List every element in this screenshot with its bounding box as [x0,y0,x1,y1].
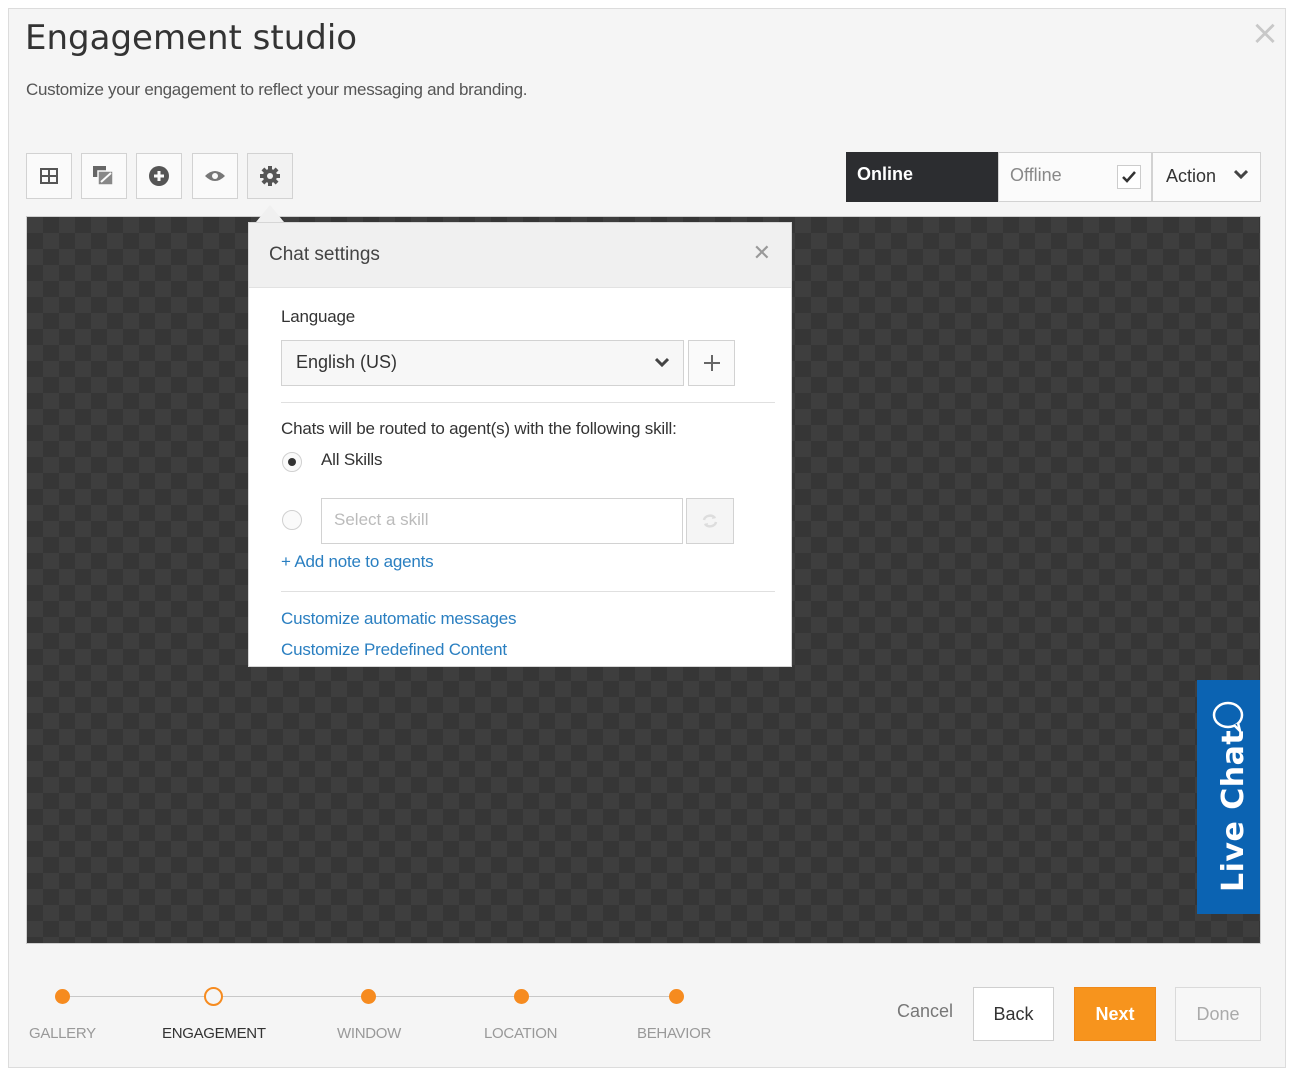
cancel-link[interactable]: Cancel [897,1001,953,1022]
layout-button[interactable] [26,153,72,199]
next-button[interactable]: Next [1074,987,1156,1041]
back-button[interactable]: Back [973,987,1054,1041]
step-label-engagement[interactable]: ENGAGEMENT [162,1025,266,1042]
add-element-button[interactable] [136,153,182,199]
skill-input[interactable]: Select a skill [321,498,683,544]
action-label: Action [1166,166,1217,186]
refresh-skills-button[interactable] [686,498,734,544]
step-label-window[interactable]: WINDOW [337,1025,401,1042]
preview-button[interactable] [192,153,238,199]
step-label-behavior[interactable]: BEHAVIOR [637,1025,711,1042]
skill-placeholder: Select a skill [334,510,429,529]
preview-eye-icon [205,171,225,181]
divider [281,591,775,592]
language-value: English (US) [296,352,398,372]
step-label-location[interactable]: LOCATION [484,1025,557,1042]
add-note-link[interactable]: + Add note to agents [281,552,434,572]
refresh-icon [702,514,718,528]
divider [281,402,775,403]
customize-predefined-content-link[interactable]: Customize Predefined Content [281,640,507,660]
live-chat-button[interactable]: Live Chat [1197,680,1260,914]
settings-button[interactable] [247,153,293,199]
close-icon[interactable]: × [1248,16,1282,50]
add-icon [149,166,169,186]
step-dot-engagement[interactable] [204,987,223,1006]
image-edit-icon [93,166,114,186]
status-offline-label: Offline [1010,165,1062,185]
settings-gear-icon [260,166,280,186]
step-label-gallery[interactable]: GALLERY [29,1025,96,1042]
step-dot-window[interactable] [361,989,376,1004]
popup-caret [256,205,284,222]
page-subtitle: Customize your engagement to reflect you… [26,80,528,99]
popup-title: Chat settings [269,244,380,265]
chat-settings-popup: Chat settings ✕ Language English (US) Ch… [248,222,792,667]
done-button[interactable]: Done [1175,987,1261,1041]
image-edit-button[interactable] [81,153,127,199]
status-online-button[interactable]: Online [846,152,998,202]
step-dot-location[interactable] [514,989,529,1004]
chevron-down-icon [1234,169,1248,179]
status-toggle: Online Offline [846,152,1152,202]
language-select[interactable]: English (US) [281,340,684,386]
add-language-button[interactable] [688,340,735,386]
all-skills-radio[interactable] [282,452,302,472]
offline-checkbox[interactable] [1117,165,1141,189]
popup-close-icon[interactable]: ✕ [753,241,771,266]
live-chat-label: Live Chat [1216,729,1251,892]
select-skill-radio[interactable] [282,510,302,530]
language-label: Language [281,307,356,326]
step-dot-behavior[interactable] [669,989,684,1004]
step-dot-gallery[interactable] [55,989,70,1004]
chevron-down-icon [655,357,669,367]
layout-icon [40,168,58,184]
plus-icon [703,355,720,371]
action-dropdown[interactable]: Action [1152,152,1261,202]
customize-automatic-messages-link[interactable]: Customize automatic messages [281,609,517,629]
status-offline-button[interactable]: Offline [998,152,1152,202]
all-skills-label: All Skills [321,450,383,469]
popup-header: Chat settings ✕ [249,223,791,288]
routing-label: Chats will be routed to agent(s) with th… [281,419,677,438]
page-title: Engagement studio [25,18,358,58]
checkmark-icon [1122,171,1136,183]
